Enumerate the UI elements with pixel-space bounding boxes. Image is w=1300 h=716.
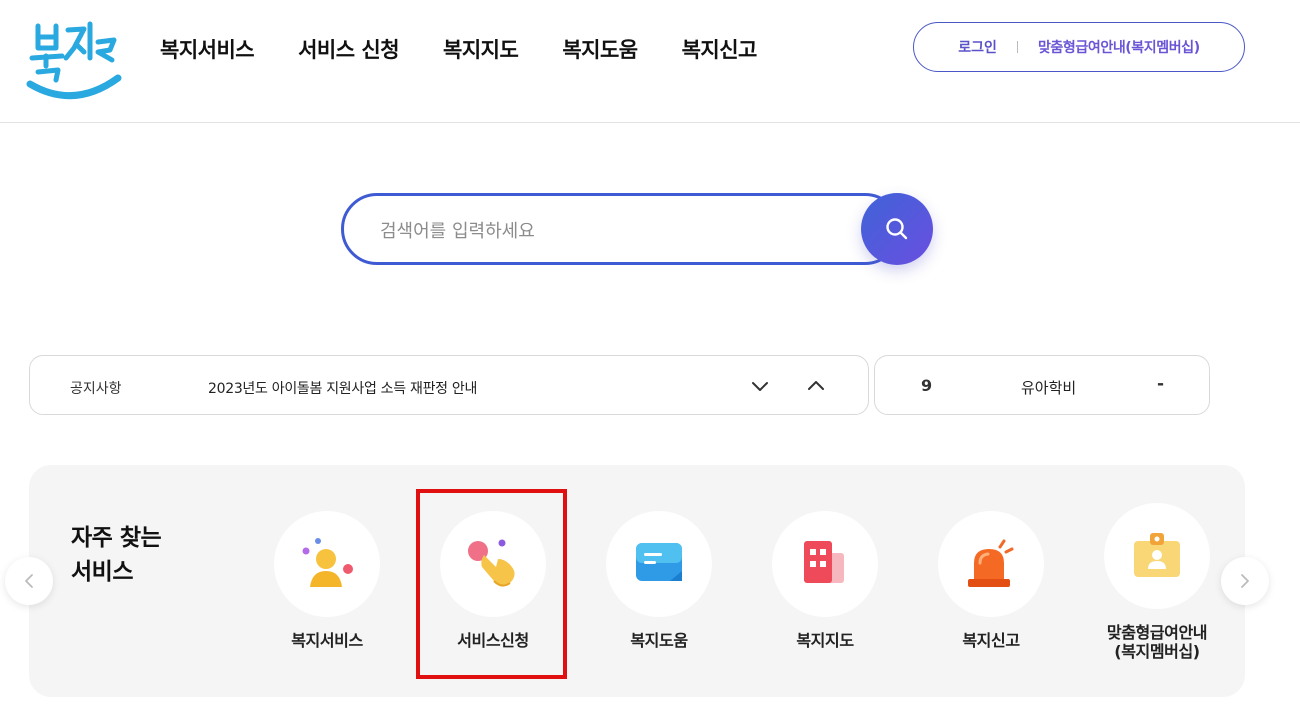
nav-welfare-map[interactable]: 복지지도 bbox=[443, 34, 519, 64]
quick-label: 복지지도 bbox=[796, 631, 854, 650]
quick-label-line: (복지멤버십) bbox=[1114, 642, 1200, 661]
login-link[interactable]: 로그인 bbox=[958, 37, 997, 57]
quick-label: 복지서비스 bbox=[291, 631, 363, 650]
building-icon bbox=[804, 541, 844, 583]
search-area bbox=[341, 193, 933, 265]
quick-icon-circle bbox=[938, 511, 1044, 617]
quick-icon-circle bbox=[274, 511, 380, 617]
search-icon bbox=[886, 218, 908, 240]
quick-item-welfare-report[interactable]: 복지신고 bbox=[916, 511, 1066, 681]
divider bbox=[1016, 41, 1018, 53]
person-icon bbox=[302, 538, 353, 587]
bokjiro-logo[interactable] bbox=[26, 18, 122, 104]
frequent-services-title: 자주 찾는 서비스 bbox=[71, 521, 162, 589]
siren-icon bbox=[968, 539, 1014, 587]
rank-change: - bbox=[1157, 374, 1165, 394]
frequent-services: 자주 찾는 서비스 복지서비스 서비스신청 복지도움 복지지도 복지신고 맞춤형… bbox=[29, 465, 1245, 697]
title-line: 서비스 bbox=[71, 559, 133, 585]
search-button[interactable] bbox=[861, 193, 933, 265]
chevron-left-icon bbox=[25, 574, 33, 588]
notice-next-button[interactable] bbox=[748, 374, 772, 398]
chevron-down-icon bbox=[752, 382, 768, 391]
carousel-next-button[interactable] bbox=[1221, 557, 1269, 605]
id-card-icon bbox=[1134, 533, 1180, 577]
search-input[interactable] bbox=[380, 216, 840, 246]
quick-icon-circle bbox=[440, 511, 546, 617]
utility-menu: 로그인 맞춤형급여안내(복지멤버십) bbox=[913, 22, 1245, 72]
nav-service-apply[interactable]: 서비스 신청 bbox=[298, 34, 399, 64]
nav-welfare-report[interactable]: 복지신고 bbox=[682, 34, 758, 64]
notice-prev-button[interactable] bbox=[804, 374, 828, 398]
quick-label-line: 맞춤형급여안내 bbox=[1106, 623, 1208, 642]
notice-bar: 공지사항 2023년도 아이돌봄 지원사업 소득 재판정 안내 bbox=[29, 355, 869, 415]
quick-icon-circle bbox=[1104, 503, 1210, 609]
quick-label: 복지신고 bbox=[962, 631, 1020, 650]
quick-label: 복지도움 bbox=[630, 631, 688, 650]
quick-label: 맞춤형급여안내 (복지멤버십) bbox=[1082, 623, 1232, 661]
notice-label: 공지사항 bbox=[70, 381, 122, 397]
custom-benefit-link[interactable]: 맞춤형급여안내(복지멤버십) bbox=[1038, 37, 1200, 57]
title-line: 자주 찾는 bbox=[71, 525, 162, 551]
nav-welfare-service[interactable]: 복지서비스 bbox=[160, 34, 255, 64]
main-nav: 복지서비스 서비스 신청 복지지도 복지도움 복지신고 bbox=[160, 34, 801, 64]
nav-welfare-help[interactable]: 복지도움 bbox=[562, 34, 638, 64]
rank-number: 9 bbox=[921, 376, 933, 395]
quick-icon-circle bbox=[606, 511, 712, 617]
quick-label: 서비스신청 bbox=[457, 631, 529, 650]
quick-item-welfare-map[interactable]: 복지지도 bbox=[750, 511, 900, 681]
chevron-right-icon bbox=[1241, 574, 1249, 588]
quick-item-welfare-help[interactable]: 복지도움 bbox=[584, 511, 734, 681]
quick-item-welfare-service[interactable]: 복지서비스 bbox=[252, 511, 402, 681]
chevron-up-icon bbox=[808, 381, 824, 390]
quick-item-custom-benefit[interactable]: 맞춤형급여안내 (복지멤버십) bbox=[1082, 503, 1232, 673]
rank-keyword[interactable]: 유아학비 bbox=[1021, 377, 1076, 398]
notice-text[interactable]: 2023년도 아이돌봄 지원사업 소득 재판정 안내 bbox=[208, 378, 477, 398]
header: 복지서비스 서비스 신청 복지지도 복지도움 복지신고 로그인 맞춤형급여안내(… bbox=[0, 0, 1300, 123]
quick-icon-circle bbox=[772, 511, 878, 617]
carousel-prev-button[interactable] bbox=[5, 557, 53, 605]
quick-item-service-apply[interactable]: 서비스신청 bbox=[418, 511, 568, 681]
search-box bbox=[341, 193, 901, 265]
message-icon bbox=[636, 543, 682, 581]
popular-keyword-bar[interactable]: 9 유아학비 - bbox=[874, 355, 1210, 415]
hand-pointer-icon bbox=[468, 539, 515, 587]
